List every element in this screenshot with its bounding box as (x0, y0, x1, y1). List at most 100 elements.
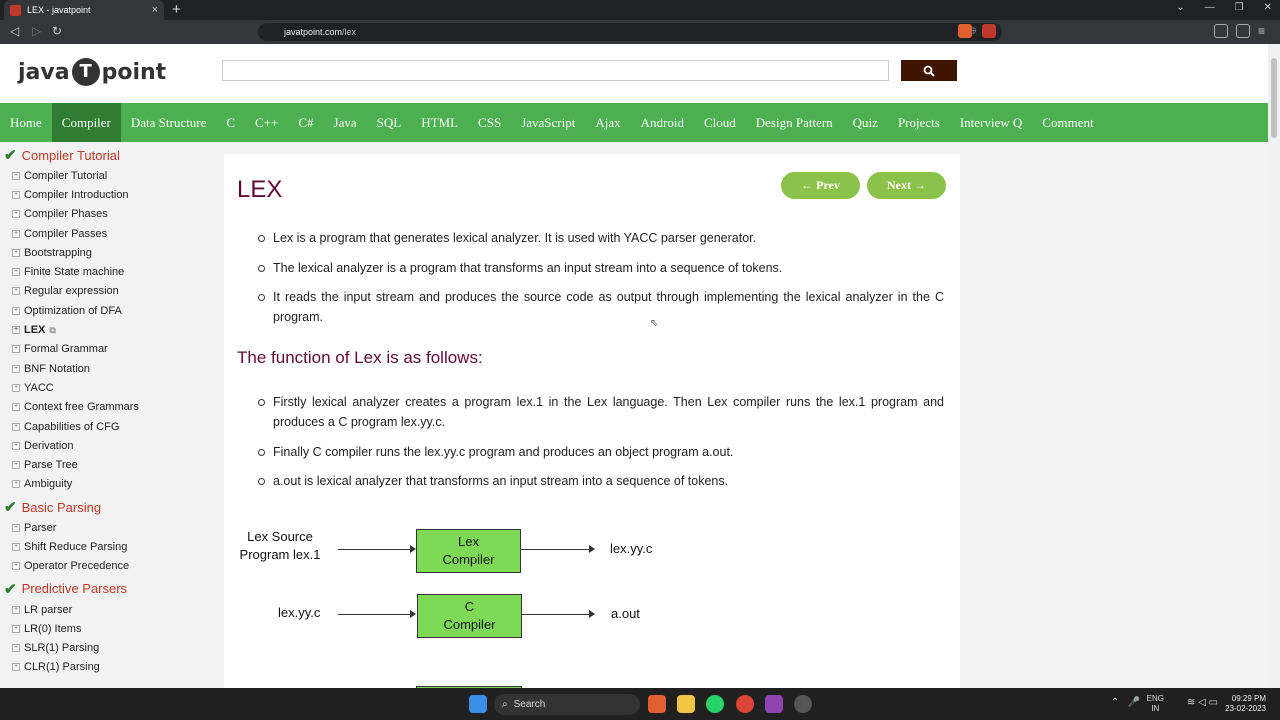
sidebar-item-bootstrapping[interactable]: + Bootstrapping (0, 243, 220, 262)
expand-icon: + (12, 422, 20, 431)
menu-item-javascript[interactable]: JavaScript (511, 103, 585, 142)
expand-icon: + (12, 190, 20, 199)
sidebar-item-regular-expression[interactable]: + Regular expression (0, 282, 220, 301)
menu-item-ajax[interactable]: Ajax (585, 103, 630, 142)
wallet-icon[interactable] (1236, 24, 1250, 38)
sidebar-item-compiler-tutorial[interactable]: + Compiler Tutorial (0, 166, 220, 185)
menu-item-c-[interactable]: C# (288, 103, 323, 142)
address-bar[interactable]: javatpoint.com/lex ⌕⊕⇪ (258, 23, 1002, 41)
tray-icons[interactable]: ⌃ 🎤 (1111, 698, 1140, 708)
expand-icon: + (12, 644, 20, 653)
sidebar-item-compiler-introduction[interactable]: + Compiler Introduction (0, 185, 220, 204)
expand-icon: + (12, 441, 20, 450)
menu-item-projects[interactable]: Projects (888, 103, 950, 142)
language-indicator[interactable]: ENG IN (1147, 694, 1164, 714)
diagram-arrow (521, 545, 595, 553)
clock-time: 09:29 PM (1231, 694, 1266, 703)
search-input[interactable] (222, 60, 889, 81)
file-explorer-icon[interactable] (677, 695, 695, 713)
sidebar-item-label: CLR(1) Parsing (24, 661, 100, 674)
menu-item-interview-q[interactable]: Interview Q (950, 103, 1032, 142)
site-logo[interactable]: java T point (18, 58, 166, 86)
scrollbar-thumb[interactable] (1271, 58, 1277, 138)
sidebar-item-lr-0-items[interactable]: + LR(0) Items (0, 619, 220, 638)
diagram-input-2: lex.yy.c (278, 605, 321, 620)
diagram-input-1-line2: Program lex.1 (239, 547, 321, 562)
sidebar-section-heading: ✔ Basic Parsing (0, 496, 220, 518)
menu-icon[interactable]: ≡ (1258, 24, 1265, 38)
page-scrollbar[interactable] (1268, 44, 1280, 688)
menu-item-sql[interactable]: SQL (367, 103, 412, 142)
sidebar-item-label: SLR(1) Parsing (24, 642, 100, 655)
sidebar-item-ambiguity[interactable]: + Ambiguity (0, 475, 220, 494)
sidebar-item-bnf-notation[interactable]: + BNF Notation (0, 359, 220, 378)
taskbar-search-label: Search (513, 699, 546, 710)
expand-icon: + (12, 268, 20, 277)
back-icon[interactable]: ◁ (10, 24, 19, 38)
forward-icon: ▷ (32, 24, 42, 38)
chrome-icon[interactable] (736, 695, 754, 713)
sidebar-item-slr-1-parsing[interactable]: + SLR(1) Parsing (0, 639, 220, 658)
close-window-icon[interactable]: ✕ (1264, 2, 1272, 13)
external-link-icon: ⧉ (49, 324, 56, 335)
menu-item-data-structure[interactable]: Data Structure (121, 103, 216, 142)
menu-item-android[interactable]: Android (631, 103, 694, 142)
lex-compiler-line2: Compiler (442, 552, 495, 567)
sidebar-item-parser[interactable]: + Parser (0, 518, 220, 537)
tab-close-icon[interactable]: × (152, 4, 158, 16)
sidebar-item-parse-tree[interactable]: + Parse Tree (0, 455, 220, 474)
sidebar-item-finite-state-machine[interactable]: + Finite State machine (0, 262, 220, 281)
brave-browser-icon[interactable] (648, 695, 666, 713)
menu-item-design-pattern[interactable]: Design Pattern (746, 103, 843, 142)
wifi-sound-battery-icons[interactable]: ≋ ◁ ▭ (1187, 698, 1218, 708)
rewards-icon[interactable] (982, 24, 996, 38)
menu-item-java[interactable]: Java (324, 103, 367, 142)
taskbar-search[interactable]: ⌕ Search (494, 694, 640, 715)
sidebar-item-lr-parser[interactable]: + LR parser (0, 600, 220, 619)
menu-item-cloud[interactable]: Cloud (694, 103, 746, 142)
sidebar-item-shift-reduce-parsing[interactable]: + Shift Reduce Parsing (0, 537, 220, 556)
menu-item-quiz[interactable]: Quiz (843, 103, 888, 142)
app-icon[interactable] (765, 695, 783, 713)
sidebar-item-label: Formal Grammar (24, 343, 108, 356)
menu-item-c-[interactable]: C++ (245, 103, 288, 142)
minimize-icon[interactable]: — (1205, 2, 1215, 13)
sidebar-item-clr-1-parsing[interactable]: + CLR(1) Parsing (0, 658, 220, 677)
sidebar-item-capabilities-of-cfg[interactable]: + Capabilities of CFG (0, 417, 220, 436)
next-button[interactable]: Next → (867, 172, 946, 199)
sidebar-item-optimization-of-dfa[interactable]: + Optimization of DFA (0, 301, 220, 320)
menu-item-home[interactable]: Home (0, 103, 52, 142)
system-clock[interactable]: 09:29 PM 23-02-2023 (1225, 694, 1266, 714)
menu-item-html[interactable]: HTML (411, 103, 468, 142)
reload-icon[interactable]: ↻ (52, 24, 62, 38)
expand-icon: + (12, 287, 20, 296)
sidebar-item-lex[interactable]: + LEX ⧉ (0, 320, 220, 339)
sidebar-item-operator-precedence[interactable]: + Operator Precedence (0, 557, 220, 576)
browser-tab[interactable]: LEX - javatpoint × (4, 0, 164, 20)
sidebar-item-context-free-grammars[interactable]: + Context free Grammars (0, 398, 220, 417)
sidebar-item-derivation[interactable]: + Derivation (0, 436, 220, 455)
sidebar-item-compiler-phases[interactable]: + Compiler Phases (0, 205, 220, 224)
new-tab-button[interactable]: + (172, 1, 181, 18)
sidebar-item-formal-grammar[interactable]: + Formal Grammar (0, 340, 220, 359)
windows-start-icon[interactable] (469, 695, 487, 713)
sidebar-item-yacc[interactable]: + YACC (0, 378, 220, 397)
menu-item-comment[interactable]: Comment (1032, 103, 1103, 142)
sidebar-item-compiler-passes[interactable]: + Compiler Passes (0, 224, 220, 243)
obs-icon[interactable] (794, 695, 812, 713)
list-item: Finally C compiler runs the lex.yy.c pro… (258, 442, 944, 462)
sidebar-icon[interactable] (1214, 24, 1228, 38)
menu-item-css[interactable]: CSS (468, 103, 511, 142)
prev-button[interactable]: ← Prev (781, 172, 860, 199)
window-controls: ⌄ — ❐ ✕ (1176, 2, 1272, 13)
tab-search-icon[interactable]: ⌄ (1176, 2, 1184, 13)
search-button[interactable] (901, 60, 957, 81)
list-item: a.out is lexical analyzer that transform… (258, 471, 944, 491)
sidebar-item-label: Parser (24, 521, 57, 534)
lex-diagram: Lex Source Program lex.1 Lex Compiler le… (224, 514, 960, 688)
brave-shield-icon[interactable] (958, 24, 972, 38)
menu-item-c[interactable]: C (216, 103, 245, 142)
maximize-icon[interactable]: ❐ (1235, 2, 1244, 13)
whatsapp-icon[interactable] (706, 695, 724, 713)
menu-item-compiler[interactable]: Compiler (51, 103, 121, 142)
